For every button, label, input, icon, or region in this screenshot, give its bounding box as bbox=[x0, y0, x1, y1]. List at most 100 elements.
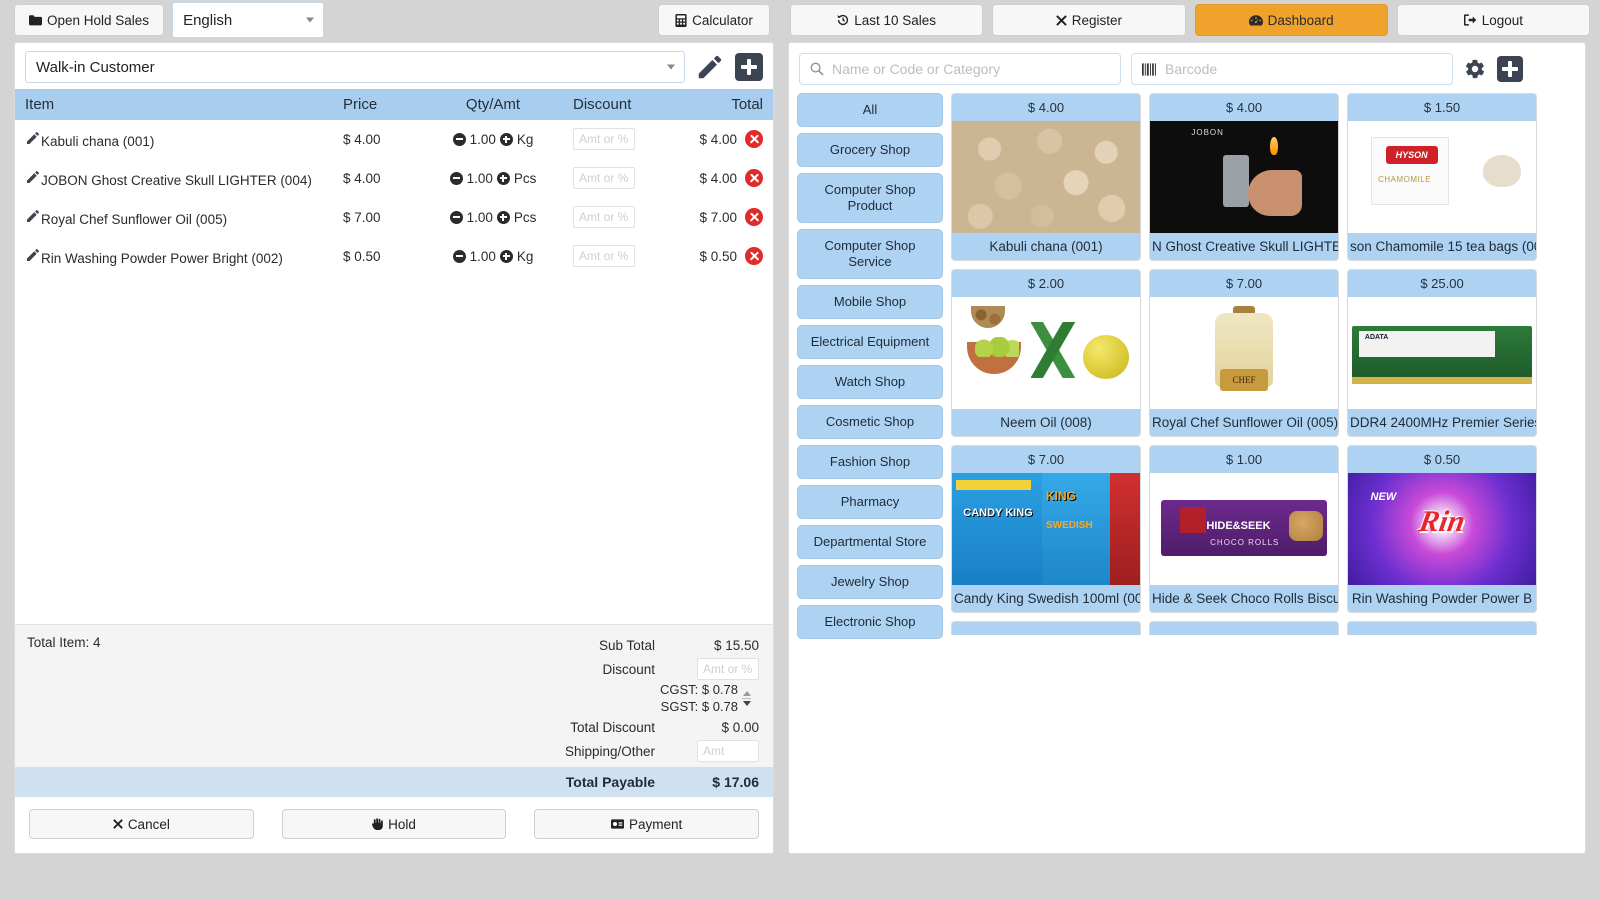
category-button[interactable]: All bbox=[797, 93, 943, 127]
category-button[interactable]: Electronic Shop bbox=[797, 605, 943, 639]
nav-dashboard[interactable]: Dashboard bbox=[1194, 4, 1388, 36]
product-card[interactable]: $ 4.00 Kabuli chana (001) bbox=[951, 93, 1141, 261]
edit-item-icon[interactable] bbox=[25, 209, 41, 227]
product-name: Kabuli chana (001) bbox=[952, 233, 1140, 260]
cart-row: JOBON Ghost Creative Skull LIGHTER (004)… bbox=[15, 159, 773, 198]
product-price: $ 7.00 bbox=[952, 446, 1140, 473]
product-card[interactable]: $ 0.50 NEW Rin Rin Washing Powder Power B bbox=[1347, 445, 1537, 613]
nav-register[interactable]: Register bbox=[992, 4, 1186, 36]
product-search-box[interactable] bbox=[799, 53, 1121, 85]
payment-button[interactable]: Payment bbox=[534, 809, 760, 839]
edit-customer-button[interactable] bbox=[695, 52, 725, 82]
cart-table: Item Price Qty/Amt Discount Total Kabuli… bbox=[15, 89, 773, 276]
customer-row: Walk-in Customer bbox=[15, 43, 773, 89]
product-card[interactable]: $ 7.00 CHEF Royal Chef Sunflower Oil (005) bbox=[1149, 269, 1339, 437]
total-payable-row: Total Payable $ 17.06 bbox=[15, 767, 773, 797]
edit-item-icon[interactable] bbox=[25, 131, 41, 149]
oil-shape bbox=[1082, 335, 1129, 380]
cart-item-total: $ 4.00 bbox=[699, 132, 737, 147]
decrease-qty-button[interactable] bbox=[449, 171, 463, 185]
product-image: NEW Rin bbox=[1348, 473, 1536, 585]
category-list[interactable]: All Grocery Shop Computer Shop Product Comp… bbox=[797, 93, 947, 641]
remove-item-button[interactable] bbox=[745, 208, 763, 226]
customer-select[interactable]: Walk-in Customer bbox=[25, 51, 685, 83]
settings-button[interactable] bbox=[1463, 57, 1487, 81]
hold-button[interactable]: Hold bbox=[281, 809, 507, 839]
barcode-input[interactable] bbox=[1165, 61, 1442, 77]
summary-discount-input[interactable] bbox=[697, 658, 759, 680]
category-button[interactable]: Jewelry Shop bbox=[797, 565, 943, 599]
product-card[interactable]: $ 1.50 HYSON CHAMOMILE son Chamomile 15 tea… bbox=[1347, 93, 1537, 261]
product-card-partial[interactable] bbox=[1149, 621, 1339, 635]
decrease-qty-button[interactable] bbox=[449, 210, 463, 224]
cart-item-total: $ 7.00 bbox=[699, 210, 737, 225]
category-button[interactable]: Departmental Store bbox=[797, 525, 943, 559]
increase-qty-button[interactable] bbox=[496, 171, 510, 185]
product-card-partial[interactable] bbox=[951, 621, 1141, 635]
product-search-input[interactable] bbox=[832, 61, 1110, 77]
chamomile-text: CHAMOMILE bbox=[1378, 174, 1432, 184]
cart-qty-cell: 1.00 Kg bbox=[423, 120, 563, 159]
category-button[interactable]: Mobile Shop bbox=[797, 285, 943, 319]
cart-total-cell: $ 4.00 bbox=[663, 159, 773, 198]
total-discount-row: Total Discount $ 0.00 bbox=[27, 715, 759, 739]
barcode-box[interactable] bbox=[1131, 53, 1453, 85]
product-card[interactable]: $ 2.00 Neem Oil (008) bbox=[951, 269, 1141, 437]
cart-discount-input[interactable] bbox=[573, 167, 635, 189]
shipping-input[interactable] bbox=[697, 740, 759, 762]
category-button[interactable]: Pharmacy bbox=[797, 485, 943, 519]
remove-item-button[interactable] bbox=[745, 169, 763, 187]
product-card[interactable]: $ 4.00 JOBON N Ghost Creative Skull LIGHTE… bbox=[1149, 93, 1339, 261]
increase-qty-button[interactable] bbox=[496, 210, 510, 224]
search-icon bbox=[810, 62, 824, 76]
product-card[interactable]: $ 1.00 HIDE&SEEK CHOCO ROLLS Hide & Seek Ch… bbox=[1149, 445, 1339, 613]
category-button[interactable]: Grocery Shop bbox=[797, 133, 943, 167]
adata-brand-text: ADATA bbox=[1364, 333, 1389, 341]
nav-logout[interactable]: Logout bbox=[1396, 4, 1590, 36]
category-button[interactable]: Cosmetic Shop bbox=[797, 405, 943, 439]
category-button[interactable]: Watch Shop bbox=[797, 365, 943, 399]
category-button[interactable]: Computer Shop Service bbox=[797, 229, 943, 279]
top-nav-group: Last 10 Sales Register Dashboard Logout bbox=[790, 4, 1590, 36]
increase-qty-button[interactable] bbox=[499, 132, 513, 146]
add-customer-button[interactable] bbox=[735, 53, 763, 81]
folder-icon bbox=[29, 14, 42, 25]
language-select[interactable]: English bbox=[172, 2, 325, 38]
remove-item-button[interactable] bbox=[745, 247, 763, 265]
open-hold-sales-button[interactable]: Open Hold Sales bbox=[14, 4, 165, 36]
category-button[interactable]: Electrical Equipment bbox=[797, 325, 943, 359]
decrease-qty-button[interactable] bbox=[452, 249, 466, 263]
cancel-button[interactable]: Cancel bbox=[29, 809, 254, 839]
remove-item-button[interactable] bbox=[745, 130, 763, 148]
cart-discount-cell bbox=[563, 159, 663, 198]
edit-item-icon[interactable] bbox=[25, 170, 41, 188]
tax-spinner[interactable] bbox=[742, 690, 751, 706]
cart-discount-input[interactable] bbox=[573, 206, 635, 228]
cart-item-name: Rin Washing Powder Power Bright (002) bbox=[41, 250, 283, 266]
nav-last-10-sales[interactable]: Last 10 Sales bbox=[790, 4, 984, 36]
chevron-down-icon bbox=[667, 64, 675, 70]
category-label: Fashion Shop bbox=[829, 454, 911, 469]
cart-discount-input[interactable] bbox=[573, 128, 635, 150]
flame-shape bbox=[1270, 136, 1279, 155]
product-price: $ 2.00 bbox=[952, 270, 1140, 297]
cart-item-name: Kabuli chana (001) bbox=[41, 133, 155, 149]
category-button[interactable]: Computer Shop Product bbox=[797, 173, 943, 223]
edit-item-icon[interactable] bbox=[25, 248, 41, 266]
cart-discount-input[interactable] bbox=[573, 245, 635, 267]
product-card-partial[interactable] bbox=[1347, 621, 1537, 635]
add-product-button[interactable] bbox=[1497, 56, 1523, 82]
cart-discount-cell bbox=[563, 120, 663, 159]
col-qty: Qty/Amt bbox=[423, 89, 563, 120]
category-button[interactable]: Fashion Shop bbox=[797, 445, 943, 479]
decrease-qty-button[interactable] bbox=[452, 132, 466, 146]
discount-label: Discount bbox=[602, 661, 655, 677]
close-icon bbox=[1055, 14, 1067, 26]
choco-rolls-text: CHOCO ROLLS bbox=[1210, 537, 1280, 547]
calculator-button[interactable]: Calculator bbox=[658, 4, 770, 36]
product-card[interactable]: $ 7.00 CANDY KING KING SWEDISH Candy King Sw… bbox=[951, 445, 1141, 613]
increase-qty-button[interactable] bbox=[499, 249, 513, 263]
shipping-input-cell bbox=[669, 740, 759, 762]
total-item-count: Total Item: 4 bbox=[27, 635, 101, 650]
product-card[interactable]: $ 25.00 ADATA DDR4 2400MHz Premier Series bbox=[1347, 269, 1537, 437]
